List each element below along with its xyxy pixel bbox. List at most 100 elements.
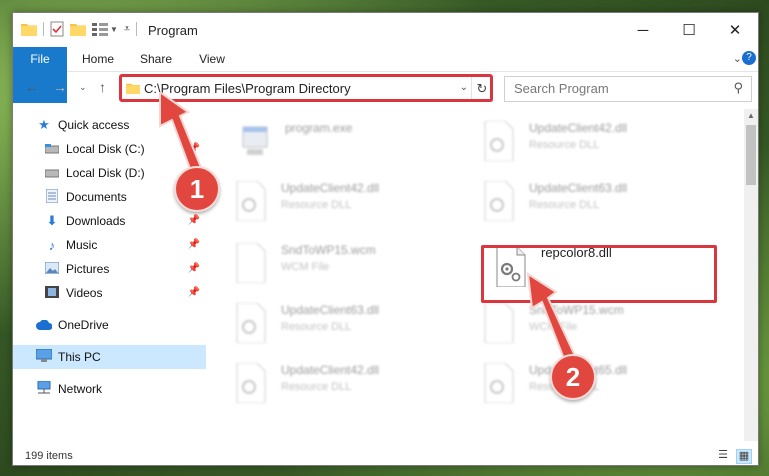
file-item[interactable]: SndToWP15.wcm WCM File [483, 301, 723, 357]
file-item[interactable]: UpdateClient42.dll Resource DLL [235, 179, 475, 235]
sidebar-item-label: Downloads [66, 214, 126, 228]
forward-arrow-icon[interactable]: → [53, 79, 67, 95]
file-item[interactable]: UpdateClient42.dll Resource DLL [483, 119, 723, 175]
sidebar-item-label: Pictures [66, 262, 110, 276]
pin-icon: 📌 [187, 239, 200, 250]
new-folder-icon[interactable] [70, 22, 86, 36]
sidebar-item-label: Local Disk (C:) [66, 142, 145, 156]
scroll-up-icon[interactable]: ▲ [744, 109, 758, 123]
file-item[interactable]: SndToWP15.wcm WCM File [235, 241, 475, 297]
download-icon: ⬇ [46, 213, 58, 228]
tab-view[interactable]: View [189, 47, 235, 71]
customize-toolbar-icon[interactable]: ⩡ [124, 23, 130, 36]
search-icon[interactable]: ⚲ [733, 80, 743, 96]
sidebar-item-label: Music [66, 238, 98, 252]
view-options-icon[interactable] [92, 22, 108, 36]
expand-ribbon-icon[interactable]: ⌄ [733, 52, 742, 65]
file-item[interactable]: program.exe [239, 119, 479, 175]
help-icon[interactable]: ? [742, 51, 756, 65]
status-bar: 199 items ☰ ▦ [13, 447, 758, 465]
pin-icon: 📌 [187, 215, 200, 226]
folder-icon[interactable] [21, 22, 37, 36]
file-description: Resource DLL [281, 381, 352, 393]
network-icon [35, 380, 53, 397]
dll-file-icon [236, 181, 266, 221]
dll-file-icon [484, 121, 514, 161]
back-arrow-icon[interactable]: ← [25, 79, 39, 95]
sidebar-item-pictures[interactable]: Pictures 📌 [13, 257, 206, 281]
documents-icon [43, 188, 61, 206]
file-explorer-window: ▼ ⩡ Program ─ ☐ ✕ File Home Share View ⌄… [12, 12, 759, 466]
sidebar-item-network[interactable]: Network [13, 377, 206, 401]
file-name: UpdateClient63.dll [281, 303, 380, 317]
dll-file-icon [484, 181, 514, 221]
file-name: UpdateClient42.dll [529, 121, 628, 135]
file-name: UpdateClient63.dll [529, 181, 628, 195]
sidebar-item-label: Videos [66, 286, 103, 300]
computer-icon [35, 348, 53, 365]
file-description: Resource DLL [281, 199, 352, 211]
pin-icon: 📌 [187, 287, 200, 298]
title-bar: ▼ ⩡ Program ─ ☐ ✕ [13, 13, 758, 47]
music-icon: ♪ [48, 237, 56, 253]
drive-icon [43, 166, 61, 181]
pin-icon: 📌 [187, 263, 200, 274]
file-description: Resource DLL [529, 139, 600, 151]
cloud-icon [35, 318, 53, 333]
properties-icon[interactable] [50, 21, 64, 37]
wcm-file-icon [484, 303, 514, 343]
dll-file-icon [484, 363, 514, 403]
dll-file-icon [236, 303, 266, 343]
file-item[interactable]: UpdateClient65.dll Resource DLL [483, 361, 723, 417]
tab-home[interactable]: Home [73, 47, 123, 71]
chevron-down-icon[interactable]: ▼ [110, 25, 118, 34]
maximize-button[interactable]: ☐ [666, 13, 712, 47]
sidebar-item-downloads[interactable]: ⬇ Downloads 📌 [13, 209, 206, 233]
window-title: Program [148, 23, 198, 38]
file-description: Resource DLL [281, 321, 352, 333]
recent-locations-icon[interactable]: ⌄ [79, 82, 87, 93]
minimize-button[interactable]: ─ [620, 13, 666, 47]
scroll-thumb[interactable] [746, 125, 756, 185]
large-icons-view-icon[interactable]: ▦ [736, 449, 752, 464]
item-count: 199 items [25, 450, 73, 462]
search-input[interactable]: Search Program [514, 81, 609, 96]
sidebar-item-music[interactable]: ♪ Music 📌 [13, 233, 206, 257]
sidebar-item-videos[interactable]: Videos 📌 [13, 281, 206, 305]
callout-badge-1: 1 [174, 166, 220, 212]
application-icon [242, 126, 268, 155]
vertical-scrollbar[interactable]: ▲ [744, 109, 758, 441]
file-name: SndToWP15.wcm [281, 243, 376, 257]
dll-file-icon [236, 363, 266, 403]
sidebar-item-label: Documents [66, 190, 127, 204]
search-box[interactable]: Search Program ⚲ [504, 76, 752, 102]
pictures-icon [43, 261, 61, 277]
separator [43, 22, 44, 36]
sidebar-item-label: Network [58, 382, 103, 396]
close-button[interactable]: ✕ [712, 13, 758, 47]
file-name: program.exe [285, 121, 353, 135]
drive-icon [43, 142, 61, 157]
callout-badge-2: 2 [550, 354, 596, 400]
file-item[interactable]: UpdateClient63.dll Resource DLL [235, 301, 475, 357]
wcm-file-icon [236, 243, 266, 283]
file-highlight [481, 245, 717, 303]
sidebar-item-this-pc[interactable]: This PC [13, 345, 206, 369]
file-name: UpdateClient42.dll [281, 363, 380, 377]
separator [136, 22, 138, 36]
file-item[interactable]: UpdateClient42.dll Resource DLL [235, 361, 475, 417]
sidebar-item-label: This PC [58, 350, 101, 364]
file-description: WCM File [281, 261, 330, 273]
sidebar-item-label: Quick access [58, 118, 130, 132]
tab-share[interactable]: Share [131, 47, 181, 71]
up-arrow-icon[interactable]: ↑ [99, 79, 106, 95]
ribbon-tabs: File Home Share View ⌄ ? [13, 47, 758, 103]
navigation-bar: ← → ⌄ ↑ C:\Program Files\Program Directo… [13, 71, 758, 105]
sidebar-item-label: OneDrive [58, 318, 109, 332]
file-name: UpdateClient42.dll [281, 181, 380, 195]
file-item[interactable]: UpdateClient63.dll Resource DLL [483, 179, 723, 235]
sidebar-item-label: Local Disk (D:) [66, 166, 145, 180]
sidebar-item-onedrive[interactable]: OneDrive [13, 313, 206, 337]
file-description: Resource DLL [529, 199, 600, 211]
details-view-icon[interactable]: ☰ [716, 449, 730, 462]
